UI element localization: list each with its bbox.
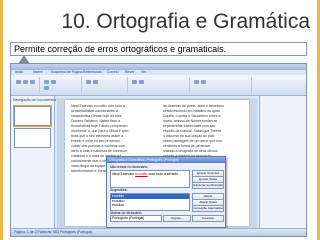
word-window-screenshot: Início Inserir Esquema de Página Referên… xyxy=(10,63,307,237)
spelling-icon[interactable] xyxy=(16,80,21,84)
error-context-after: com todo a sensibi... xyxy=(147,172,181,176)
ribbon-group-tracking xyxy=(129,77,190,93)
status-text: Página: 1 de 2 Palavras: 583 Português (… xyxy=(14,230,93,234)
suggestion-item[interactable]: escutou xyxy=(111,203,189,208)
error-sentence: Ideal Estevam ecoutão com todo a sensibi… xyxy=(111,171,189,178)
side-pane-right xyxy=(259,96,306,228)
error-context-before: Ideal Estevam xyxy=(112,172,136,176)
misspelled-word: ecoutão xyxy=(135,172,148,176)
new-comment-icon[interactable] xyxy=(86,80,91,84)
navigation-pane-title: Navegação de Documentos xyxy=(13,98,57,102)
suggestions-label: Sugestões: xyxy=(110,188,128,192)
slide: 10. Ortografia e Gramática Permite corre… xyxy=(0,0,320,240)
suggestions-list[interactable]: escutão ecoutou escutou xyxy=(110,193,190,211)
track-changes-icon[interactable] xyxy=(132,80,137,84)
language-icon[interactable] xyxy=(51,80,56,84)
language-select[interactable]: Português (Portugal) xyxy=(110,215,162,222)
ribbon-group-clipboard xyxy=(13,77,40,93)
not-in-dictionary-label: Não existe no dicionário: xyxy=(110,165,149,169)
balloons-icon[interactable] xyxy=(139,80,144,84)
cancel-button[interactable]: Cancelar xyxy=(192,215,224,222)
ribbon-group-comments xyxy=(83,77,128,93)
page-thumbnail[interactable] xyxy=(13,105,52,127)
add-to-dictionary-button[interactable]: Adicionar ao Dicionário xyxy=(192,182,224,189)
translate-icon[interactable] xyxy=(44,80,49,84)
slide-subtitle: Permite correção de erros ortográficos e… xyxy=(10,42,307,56)
status-bar: Página: 1 de 2 Palavras: 583 Português (… xyxy=(11,228,306,236)
left-accent-bar xyxy=(0,0,3,240)
spelling-grammar-dialog: Ortografia e Gramática: Português (Portu… xyxy=(106,156,226,228)
navigation-pane: Navegação de Documentos xyxy=(11,96,57,228)
ribbon-group-proofing xyxy=(41,77,82,93)
dialog-title: Ortografia e Gramática: Português (Portu… xyxy=(107,157,225,163)
research-icon[interactable] xyxy=(23,80,28,84)
ribbon xyxy=(11,75,306,96)
autocorrect-button[interactable]: Correcção Automática xyxy=(192,205,224,212)
language-value: Português (Portugal) xyxy=(112,216,145,220)
accept-icon[interactable] xyxy=(194,80,199,84)
error-text-box[interactable]: Ideal Estevam ecoutão com todo a sensibi… xyxy=(110,170,190,188)
reject-icon[interactable] xyxy=(201,80,206,84)
options-button[interactable]: Opções... xyxy=(163,215,191,222)
word-count-icon[interactable] xyxy=(44,86,49,90)
ribbon-group-changes xyxy=(191,77,252,93)
thesaurus-icon[interactable] xyxy=(30,80,35,84)
page-thumbnail[interactable] xyxy=(14,128,51,148)
delete-comment-icon[interactable] xyxy=(93,80,98,84)
slide-title: 10. Ortografia e Gramática xyxy=(61,10,310,33)
